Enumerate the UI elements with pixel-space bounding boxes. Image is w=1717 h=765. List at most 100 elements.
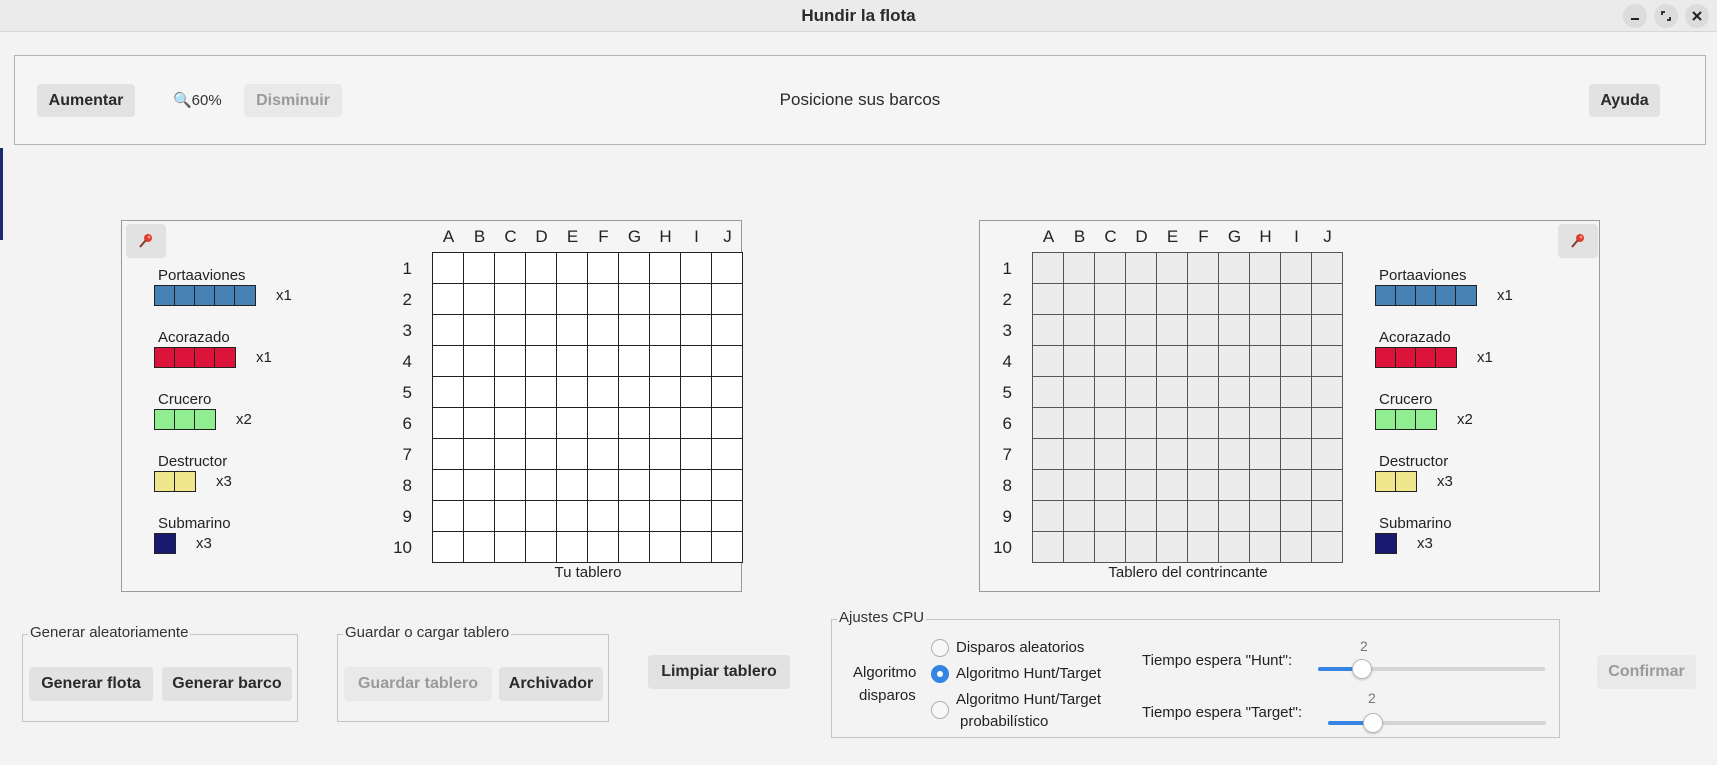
- board-cell[interactable]: [495, 470, 526, 501]
- board-cell[interactable]: [650, 253, 681, 284]
- board-cell[interactable]: [526, 253, 557, 284]
- board-cell[interactable]: [650, 377, 681, 408]
- board-cell[interactable]: [1312, 315, 1343, 346]
- board-cell[interactable]: [1188, 346, 1219, 377]
- board-cell[interactable]: [557, 346, 588, 377]
- board-cell[interactable]: [1312, 532, 1343, 563]
- board-cell[interactable]: [433, 501, 464, 532]
- board-cell[interactable]: [464, 408, 495, 439]
- ship-icon[interactable]: [1375, 533, 1397, 554]
- board-cell[interactable]: [1188, 377, 1219, 408]
- board-cell[interactable]: [1219, 377, 1250, 408]
- board-cell[interactable]: [1126, 284, 1157, 315]
- ship-icon[interactable]: [154, 533, 176, 554]
- generate-ship-button[interactable]: Generar barco: [162, 667, 292, 701]
- board-cell[interactable]: [526, 284, 557, 315]
- board-cell[interactable]: [464, 439, 495, 470]
- board-cell[interactable]: [681, 501, 712, 532]
- board-cell[interactable]: [1250, 408, 1281, 439]
- minimize-button[interactable]: [1623, 4, 1647, 28]
- board-cell[interactable]: [433, 408, 464, 439]
- board-cell[interactable]: [1281, 253, 1312, 284]
- board-cell[interactable]: [464, 377, 495, 408]
- help-button[interactable]: Ayuda: [1589, 84, 1660, 117]
- board-cell[interactable]: [1312, 253, 1343, 284]
- board-cell[interactable]: [1126, 439, 1157, 470]
- board-cell[interactable]: [1064, 470, 1095, 501]
- board-cell[interactable]: [1250, 284, 1281, 315]
- board-cell[interactable]: [1126, 501, 1157, 532]
- board-cell[interactable]: [681, 253, 712, 284]
- board-cell[interactable]: [1219, 253, 1250, 284]
- board-cell[interactable]: [1188, 501, 1219, 532]
- board-cell[interactable]: [1219, 470, 1250, 501]
- board-cell[interactable]: [1095, 346, 1126, 377]
- board-cell[interactable]: [588, 470, 619, 501]
- board-cell[interactable]: [1033, 346, 1064, 377]
- board-cell[interactable]: [1126, 315, 1157, 346]
- board-cell[interactable]: [588, 408, 619, 439]
- board-cell[interactable]: [588, 532, 619, 563]
- enemy-board-grid[interactable]: [1032, 252, 1343, 563]
- board-cell[interactable]: [1188, 253, 1219, 284]
- board-cell[interactable]: [526, 470, 557, 501]
- board-cell[interactable]: [712, 439, 743, 470]
- board-cell[interactable]: [1095, 532, 1126, 563]
- hunt-target-radio[interactable]: [931, 665, 949, 683]
- board-cell[interactable]: [1033, 408, 1064, 439]
- ship-icon[interactable]: [154, 347, 236, 368]
- board-cell[interactable]: [1157, 253, 1188, 284]
- board-cell[interactable]: [588, 315, 619, 346]
- board-cell[interactable]: [526, 501, 557, 532]
- board-cell[interactable]: [1250, 439, 1281, 470]
- board-cell[interactable]: [1312, 501, 1343, 532]
- board-cell[interactable]: [557, 377, 588, 408]
- board-cell[interactable]: [1219, 315, 1250, 346]
- board-cell[interactable]: [588, 377, 619, 408]
- board-cell[interactable]: [1188, 470, 1219, 501]
- board-cell[interactable]: [619, 377, 650, 408]
- board-cell[interactable]: [588, 439, 619, 470]
- board-cell[interactable]: [1126, 346, 1157, 377]
- board-cell[interactable]: [1312, 284, 1343, 315]
- random-shots-radio[interactable]: [931, 639, 949, 657]
- board-cell[interactable]: [1281, 284, 1312, 315]
- board-cell[interactable]: [1188, 284, 1219, 315]
- board-cell[interactable]: [1126, 470, 1157, 501]
- board-cell[interactable]: [681, 532, 712, 563]
- board-cell[interactable]: [1064, 501, 1095, 532]
- board-cell[interactable]: [1095, 284, 1126, 315]
- board-cell[interactable]: [681, 470, 712, 501]
- board-cell[interactable]: [1095, 408, 1126, 439]
- decrease-zoom-button[interactable]: Disminuir: [244, 84, 342, 117]
- board-cell[interactable]: [464, 253, 495, 284]
- board-cell[interactable]: [1281, 470, 1312, 501]
- board-cell[interactable]: [681, 408, 712, 439]
- board-cell[interactable]: [681, 346, 712, 377]
- board-cell[interactable]: [712, 284, 743, 315]
- board-cell[interactable]: [1281, 315, 1312, 346]
- board-cell[interactable]: [1250, 470, 1281, 501]
- board-cell[interactable]: [1250, 501, 1281, 532]
- board-cell[interactable]: [1064, 439, 1095, 470]
- save-board-button[interactable]: Guardar tablero: [344, 667, 492, 701]
- board-cell[interactable]: [495, 501, 526, 532]
- board-cell[interactable]: [557, 408, 588, 439]
- ship-icon[interactable]: [1375, 471, 1417, 492]
- board-cell[interactable]: [712, 346, 743, 377]
- board-cell[interactable]: [1281, 346, 1312, 377]
- ship-legend-item[interactable]: Portaaviones x1: [1375, 267, 1513, 306]
- board-cell[interactable]: [1064, 284, 1095, 315]
- board-cell[interactable]: [464, 470, 495, 501]
- board-cell[interactable]: [1312, 470, 1343, 501]
- board-cell[interactable]: [588, 501, 619, 532]
- archive-button[interactable]: Archivador: [499, 667, 603, 701]
- hunt-wait-slider-thumb[interactable]: [1352, 659, 1372, 679]
- board-cell[interactable]: [650, 532, 681, 563]
- board-cell[interactable]: [1033, 377, 1064, 408]
- board-cell[interactable]: [495, 315, 526, 346]
- board-cell[interactable]: [1281, 439, 1312, 470]
- board-cell[interactable]: [650, 315, 681, 346]
- board-cell[interactable]: [1095, 253, 1126, 284]
- board-cell[interactable]: [650, 284, 681, 315]
